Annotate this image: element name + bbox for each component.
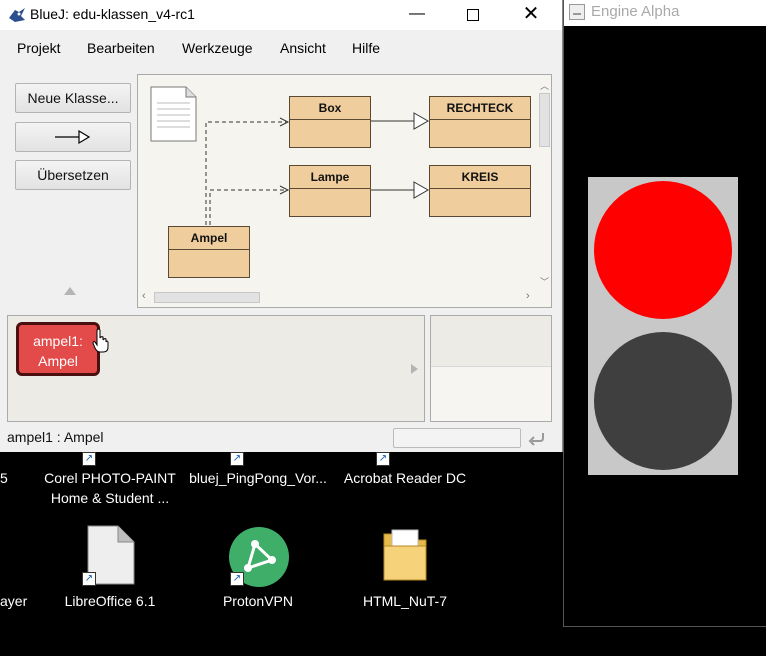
menu-bar: Projekt Bearbeiten Werkzeuge Ansicht Hil… bbox=[0, 36, 562, 62]
shortcut-arrow-icon: ↗ bbox=[230, 572, 244, 586]
object-ampel1[interactable]: ampel1: Ampel bbox=[16, 322, 100, 376]
class-name: Lampe bbox=[290, 166, 370, 189]
maximize-icon bbox=[467, 9, 479, 21]
bench-right-arrow-icon[interactable] bbox=[411, 364, 418, 374]
java-app-icon bbox=[569, 4, 585, 20]
class-ampel[interactable]: Ampel bbox=[168, 226, 250, 278]
desktop-label-partial: 5 bbox=[0, 470, 8, 486]
close-button[interactable]: ✕ bbox=[508, 0, 554, 30]
traffic-light bbox=[588, 177, 738, 475]
class-box[interactable]: Box bbox=[289, 96, 371, 148]
menu-bearbeiten[interactable]: Bearbeiten bbox=[87, 40, 155, 56]
minimize-button[interactable]: — bbox=[394, 0, 440, 30]
desktop-icon-label: Home & Student ... bbox=[50, 490, 170, 506]
desktop-icon-corel[interactable]: Corel PHOTO-PAINT Home & Student ... bbox=[30, 468, 190, 508]
desktop-icon-libreoffice[interactable]: LibreOffice 6.1 bbox=[50, 591, 170, 611]
scroll-up-icon[interactable]: ︿ bbox=[540, 79, 549, 92]
traffic-light-top-red bbox=[594, 181, 732, 319]
desktop-icon-label: HTML_NuT-7 bbox=[362, 593, 448, 609]
class-name: KREIS bbox=[430, 166, 530, 189]
object-bench: ampel1: Ampel bbox=[7, 315, 425, 422]
window-title: BlueJ: edu-klassen_v4-rc1 bbox=[30, 6, 195, 22]
desktop-icon-label: Acrobat Reader DC bbox=[343, 470, 467, 486]
horizontal-scrollbar[interactable]: ‹ › bbox=[142, 290, 536, 303]
status-field bbox=[393, 428, 521, 448]
engine-alpha-window: Engine Alpha bbox=[563, 0, 766, 627]
traffic-light-bottom-dark bbox=[594, 332, 732, 470]
maximize-button[interactable] bbox=[450, 0, 496, 30]
engine-window-title: Engine Alpha bbox=[591, 3, 680, 20]
vertical-scrollbar[interactable]: ︿ ﹀ bbox=[538, 79, 550, 287]
class-kreis[interactable]: KREIS bbox=[429, 165, 531, 217]
class-lampe[interactable]: Lampe bbox=[289, 165, 371, 217]
object-name: ampel1: bbox=[33, 333, 83, 349]
status-text: ampel1 : Ampel bbox=[7, 429, 104, 445]
readme-document-icon bbox=[150, 86, 197, 142]
class-diagram[interactable]: Box RECHTECK Lampe KREIS Ampel ︿ ﹀ ‹ › bbox=[137, 74, 552, 308]
class-name: Ampel bbox=[169, 227, 249, 250]
new-inheritance-button[interactable] bbox=[15, 122, 131, 152]
class-name: RECHTECK bbox=[430, 97, 530, 120]
new-class-button[interactable]: Neue Klasse... bbox=[15, 83, 131, 113]
compile-button[interactable]: Übersetzen bbox=[15, 160, 131, 190]
desktop-icon-bluej[interactable]: bluej_PingPong_Vor... bbox=[180, 468, 336, 488]
desktop-icon-label: ProtonVPN bbox=[222, 593, 294, 609]
desktop-icon-label: LibreOffice 6.1 bbox=[64, 593, 156, 609]
collapse-up-arrow-icon[interactable] bbox=[64, 287, 76, 295]
shortcut-arrow-icon: ↗ bbox=[376, 452, 390, 466]
scroll-down-icon[interactable]: ﹀ bbox=[540, 275, 549, 288]
scroll-right-icon[interactable]: › bbox=[526, 290, 530, 302]
bluej-titlebar[interactable]: BlueJ: edu-klassen_v4-rc1 — ✕ bbox=[0, 0, 562, 30]
shortcut-arrow-icon: ↗ bbox=[230, 452, 244, 466]
class-rechteck[interactable]: RECHTECK bbox=[429, 96, 531, 148]
hand-cursor-icon bbox=[92, 328, 109, 353]
bluej-bird-icon bbox=[9, 8, 25, 22]
horizontal-scroll-thumb[interactable] bbox=[154, 292, 260, 303]
desktop-icon-label: Corel PHOTO-PAINT bbox=[44, 470, 176, 486]
detail-panel-top bbox=[431, 316, 551, 367]
scroll-left-icon[interactable]: ‹ bbox=[142, 290, 146, 302]
object-class: Ampel bbox=[38, 353, 78, 369]
bluej-window: BlueJ: edu-klassen_v4-rc1 — ✕ Projekt Be… bbox=[0, 0, 563, 452]
reset-arrow-icon[interactable] bbox=[528, 430, 546, 446]
folder-icon bbox=[383, 529, 427, 581]
menu-ansicht[interactable]: Ansicht bbox=[280, 40, 326, 56]
menu-werkzeuge[interactable]: Werkzeuge bbox=[182, 40, 253, 56]
menu-hilfe[interactable]: Hilfe bbox=[352, 40, 380, 56]
desktop-label-partial: ayer bbox=[0, 593, 28, 609]
inheritance-arrow-icon bbox=[55, 129, 91, 145]
desktop-icon-protonvpn[interactable]: ProtonVPN bbox=[200, 591, 316, 611]
detail-panel bbox=[430, 315, 552, 422]
menu-projekt[interactable]: Projekt bbox=[17, 40, 61, 56]
shortcut-arrow-icon: ↗ bbox=[82, 452, 96, 466]
shortcut-arrow-icon: ↗ bbox=[82, 572, 96, 586]
engine-titlebar[interactable]: Engine Alpha bbox=[564, 0, 766, 26]
desktop-icon-label: bluej_PingPong_Vor... bbox=[189, 470, 327, 486]
class-name: Box bbox=[290, 97, 370, 120]
desktop-icon-acrobat[interactable]: Acrobat Reader DC bbox=[330, 468, 480, 488]
vertical-scroll-thumb[interactable] bbox=[539, 93, 550, 147]
desktop-icon-html-nut[interactable]: HTML_NuT-7 bbox=[340, 591, 470, 611]
